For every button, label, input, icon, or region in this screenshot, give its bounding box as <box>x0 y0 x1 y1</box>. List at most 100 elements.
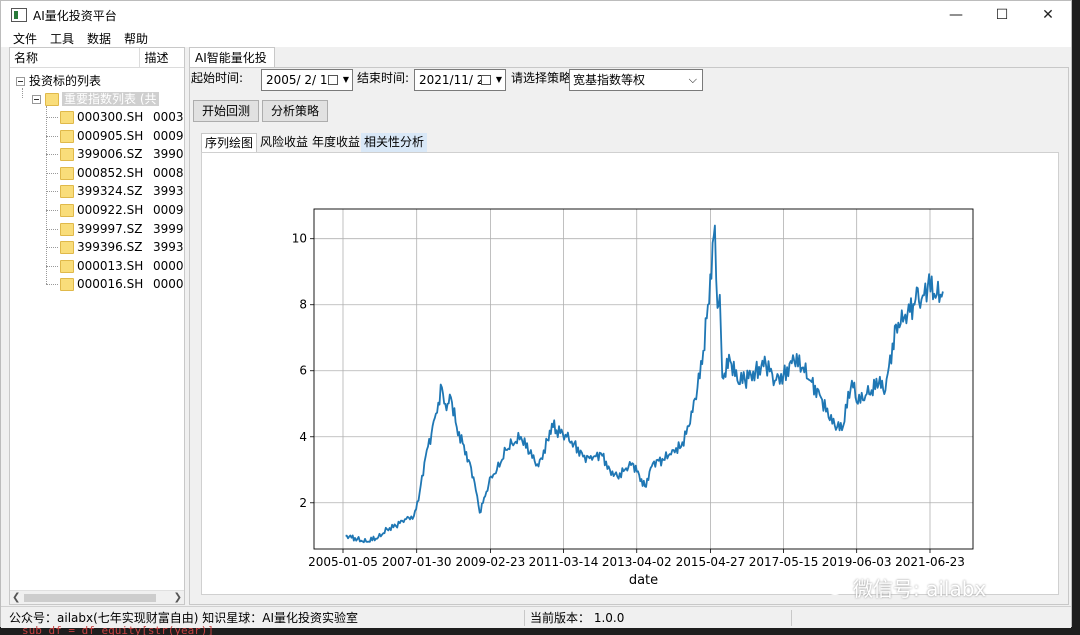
window-title: AI量化投资平台 <box>33 8 117 23</box>
watermark-text: 微信号: ailabx <box>853 576 987 601</box>
x-tick-label: 2015-04-27 <box>676 555 746 569</box>
wechat-watermark: 微信号: ailabx <box>819 573 986 601</box>
x-tick-label: 2011-03-14 <box>529 555 599 569</box>
tab-risk-return[interactable]: 风险收益 <box>257 133 311 152</box>
y-tick-label: 8 <box>299 298 307 312</box>
start-backtest-button[interactable]: 开始回测 <box>193 100 259 122</box>
tree-item-code: 000922.SH <box>77 203 144 217</box>
y-tick-label: 4 <box>299 430 307 444</box>
strategy-label: 请选择策略: <box>511 71 576 85</box>
y-tick-label: 2 <box>299 496 307 510</box>
tree-item-code: 000905.SH <box>77 128 144 143</box>
end-time-label: 结束时间: <box>357 71 410 85</box>
tree-item[interactable]: 000905.SH 000905 <box>60 127 184 145</box>
instrument-tree-panel: 名称 描述 投资标的列表 重要指数列表 (共 000300.SH00030000… <box>9 47 185 605</box>
tree-group[interactable]: 重要指数列表 (共 <box>32 90 159 108</box>
tree-item-desc: 000300 <box>153 110 184 124</box>
tree-item-desc: 000922 <box>153 203 184 217</box>
tab-annual-return[interactable]: 年度收益 <box>309 133 363 152</box>
tree-item[interactable]: 000300.SH 000300 <box>60 108 184 126</box>
tree-item-code: 399324.SZ <box>77 184 143 199</box>
tree-item-desc: 399324 <box>153 184 184 199</box>
chevron-down-icon[interactable]: ⌵ <box>689 70 697 90</box>
tree-item[interactable]: 399997.SZ 399997 <box>60 220 184 238</box>
instrument-tree: 投资标的列表 重要指数列表 (共 000300.SH 000300 000905.S… <box>10 70 184 590</box>
tree-item-code: 000852.SH <box>77 165 144 180</box>
app-window: AI量化投资平台 — ☐ ✕ 文件 工具 数据 帮助 名称 描述 投资标的列表 … <box>0 0 1072 628</box>
scroll-left-icon[interactable]: ❮ <box>12 591 20 604</box>
plot-area: 2005-01-05 2007-01-30 2009-02-23 2011-03-14… <box>201 152 1059 595</box>
tree-group-label: 重要指数列表 (共 <box>62 92 159 106</box>
dropdown-arrow-icon[interactable]: ▼ <box>343 70 349 90</box>
tree-item[interactable]: 399006.SZ 399006 <box>60 145 184 163</box>
wechat-icon <box>819 576 847 598</box>
x-tick-label: 2007-01-30 <box>382 555 452 569</box>
dropdown-arrow-icon[interactable]: ▼ <box>496 70 502 90</box>
collapse-icon[interactable] <box>32 95 41 104</box>
end-date-picker[interactable]: 2021/11/ 2 ▼ <box>414 69 506 91</box>
tree-item-desc: 000905 <box>153 128 184 143</box>
scroll-right-icon[interactable]: ❯ <box>174 591 182 604</box>
app-icon <box>11 8 27 22</box>
tab-ai-quant[interactable]: AI智能量化投资 <box>189 47 275 85</box>
title-bar: AI量化投资平台 — ☐ ✕ <box>1 1 1071 29</box>
minimize-button[interactable]: — <box>933 1 979 29</box>
folder-icon <box>60 166 74 180</box>
folder-icon <box>60 129 74 143</box>
tree-root[interactable]: 投资标的列表 <box>16 72 101 90</box>
y-tick-label: 6 <box>299 364 307 378</box>
x-tick-label: 2005-01-05 <box>308 555 378 569</box>
tree-item-desc: 000016 <box>153 277 184 292</box>
column-header-desc[interactable]: 描述 <box>140 48 184 67</box>
close-button[interactable]: ✕ <box>1025 1 1071 29</box>
strategy-value: 宽基指数等权 <box>573 73 646 87</box>
folder-icon <box>60 111 74 124</box>
end-date-value: 2021/11/ 2 <box>419 73 485 87</box>
scrollbar-thumb[interactable] <box>24 594 156 602</box>
tree-item[interactable]: 000922.SH 000922 <box>60 201 184 219</box>
folder-icon <box>60 259 74 273</box>
tree-root-label: 投资标的列表 <box>29 74 102 88</box>
x-tick-label: 2019-06-03 <box>822 555 892 569</box>
maximize-button[interactable]: ☐ <box>979 1 1025 29</box>
tree-item-code: 000300.SH <box>77 110 144 124</box>
collapse-icon[interactable] <box>16 77 25 86</box>
strategy-select[interactable]: 宽基指数等权 ⌵ <box>569 69 703 91</box>
menu-file[interactable]: 文件 <box>7 30 43 47</box>
menu-bar: 文件 工具 数据 帮助 <box>1 29 1071 47</box>
folder-icon <box>60 204 74 217</box>
column-header-name[interactable]: 名称 <box>10 48 141 67</box>
tab-correlation[interactable]: 相关性分析 <box>361 133 428 152</box>
menu-data[interactable]: 数据 <box>81 30 117 47</box>
calendar-icon <box>328 75 338 85</box>
tab-series-plot[interactable]: 序列绘图 <box>201 133 258 152</box>
background-code-text: sub_df = df_equity[str(year)] <box>22 624 215 635</box>
tree-item[interactable]: 000852.SH 000852 <box>60 164 184 182</box>
tree-item[interactable]: 000016.SH 000016 <box>60 275 184 293</box>
analyze-strategy-button[interactable]: 分析策略 <box>262 100 328 122</box>
start-time-label: 起始时间: <box>191 71 244 85</box>
start-date-value: 2005/ 2/ 1 <box>266 73 328 87</box>
folder-icon <box>60 278 74 292</box>
equity-line-chart: 2005-01-05 2007-01-30 2009-02-23 2011-03-14… <box>292 208 974 588</box>
folder-icon <box>60 148 74 162</box>
x-tick-label: 2009-02-23 <box>456 555 526 569</box>
folder-icon <box>60 241 74 255</box>
tree-item-code: 000013.SH <box>77 258 144 273</box>
tree-item[interactable]: 399396.SZ 399396 <box>60 238 184 256</box>
y-tick-label: 10 <box>292 232 307 246</box>
start-date-picker[interactable]: 2005/ 2/ 1 ▼ <box>261 69 353 91</box>
menu-tools[interactable]: 工具 <box>44 30 80 47</box>
tree-item[interactable]: 399324.SZ 399324 <box>60 182 184 200</box>
menu-help[interactable]: 帮助 <box>118 30 154 47</box>
horizontal-scrollbar[interactable]: ❮ ❯ <box>10 590 184 604</box>
x-tick-label: 2017-05-15 <box>749 555 819 569</box>
tree-item-desc: 000852 <box>153 165 184 180</box>
tree-item[interactable]: 000013.SH 000013 <box>60 257 184 275</box>
tree-item-desc: 399997 <box>153 221 184 236</box>
tree-item-code: 399396.SZ <box>77 240 143 255</box>
x-tick-label: 2013-04-02 <box>602 555 672 569</box>
folder-icon <box>60 185 74 199</box>
tree-item-desc: 399006 <box>153 147 184 162</box>
tree-item-code: 000016.SH <box>77 277 144 292</box>
